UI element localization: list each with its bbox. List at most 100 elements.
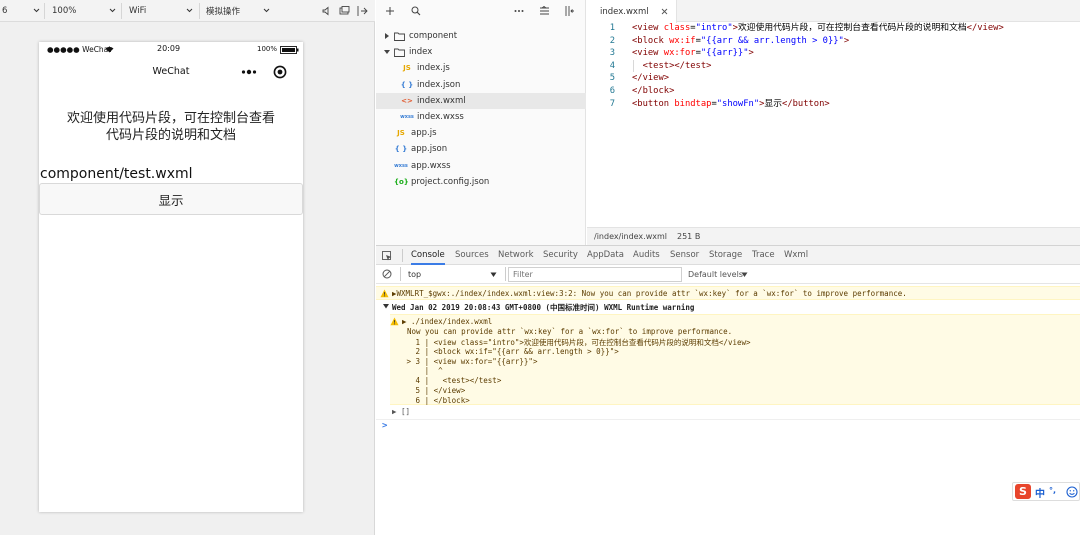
expand-triangle-icon [383, 304, 389, 309]
config-file-icon: {o} [394, 177, 409, 186]
tree-item[interactable]: { } app.json [376, 141, 586, 157]
chevron-down-icon [186, 8, 193, 13]
show-button[interactable]: 显示 [39, 183, 303, 215]
carrier-label: ●●●●● WeChat [47, 45, 112, 54]
warning-message: Now you can provide attr `wx:key` for a … [407, 327, 733, 336]
screen-icon[interactable] [339, 6, 350, 16]
wxss-file-icon: wxss [400, 114, 414, 120]
code-line: <test></test> [632, 60, 712, 73]
simulator-toolbar: 6 100% WiFi 模拟操作 [0, 0, 375, 22]
code-area[interactable]: 1 <view class="intro">欢迎使用代码片段，可在控制台查看代码片… [587, 21, 1080, 121]
volume-icon[interactable] [321, 6, 331, 16]
tree-item[interactable]: {o} project.config.json [376, 174, 586, 190]
split-icon[interactable] [564, 5, 575, 17]
intro-line-1: 欢迎使用代码片段，可在控制台查看 [66, 111, 275, 126]
json-file-icon: { } [394, 145, 408, 154]
js-file-icon: JS [403, 64, 411, 73]
code-line: </view> [632, 72, 669, 85]
zoom-select[interactable]: 100% [52, 0, 120, 22]
chevron-down-icon [109, 8, 116, 13]
clear-console-icon[interactable] [382, 269, 392, 279]
more-icon[interactable] [241, 69, 257, 75]
ime-punct[interactable]: °, [1049, 486, 1056, 495]
devtools-tab-audits[interactable]: Audits [633, 246, 660, 265]
console-warning-row[interactable]: ▶WXMLRT_$gwx:./index/index.wxml:view:3:2… [376, 286, 1080, 300]
devtools-tab-console[interactable]: Console [411, 246, 445, 265]
code-token: 显示 [764, 98, 783, 109]
tab-index-wxml[interactable]: index.wxml [587, 0, 677, 23]
capsule-close-icon[interactable] [273, 65, 287, 79]
expanded-arrow-icon[interactable] [384, 49, 390, 55]
code-token: "{{arr}}" [700, 48, 749, 59]
warning-file[interactable]: ▶ ./index/index.wxml [402, 317, 492, 326]
ime-mode[interactable]: 中 [1035, 485, 1045, 500]
devtools-tab-network[interactable]: Network [498, 246, 534, 265]
detach-icon[interactable] [357, 5, 368, 17]
more-actions-icon[interactable] [514, 9, 524, 13]
warning-text: ▶WXMLRT_$gwx:./index/index.wxml:view:3:2… [392, 289, 907, 298]
devtools-tab-security[interactable]: Security [543, 246, 578, 265]
code-token: <test></test> [642, 60, 712, 71]
zoom-select-value: 100% [52, 6, 77, 16]
tree-item[interactable]: index [376, 44, 586, 60]
emoji-icon[interactable] [1066, 486, 1078, 498]
close-icon[interactable] [661, 8, 668, 15]
tree-item[interactable]: component [376, 28, 586, 44]
folder-open-icon [394, 48, 405, 57]
line-number: 7 [609, 98, 615, 109]
devtools-tab-storage[interactable]: Storage [709, 246, 742, 265]
collapsed-arrow-icon[interactable] [384, 33, 390, 39]
caret-down-icon [741, 272, 748, 277]
warning-group-header[interactable]: Wed Jan 02 2019 20:08:43 GMT+0800 (中国标准时… [376, 301, 1080, 313]
code-token: > [748, 48, 754, 59]
context-select[interactable]: top [406, 268, 500, 282]
caret-down-icon [490, 272, 497, 277]
devtools-tab-wxml[interactable]: Wxml [784, 246, 808, 265]
tree-item[interactable]: wxss app.wxss [376, 158, 586, 174]
code-token: bindtap [674, 98, 712, 109]
tree-item[interactable]: <> index.wxml [376, 92, 586, 109]
tree-item-label: app.json [411, 144, 448, 155]
devtools-tab-sources[interactable]: Sources [455, 246, 489, 265]
add-icon[interactable] [385, 6, 395, 16]
devtools-tab-sensor[interactable]: Sensor [670, 246, 699, 265]
code-line: <view wx:for="{{arr}}"> [632, 47, 754, 60]
ime-toolbar[interactable]: S 中 °, [1012, 482, 1080, 501]
snippet-line: 5 | </view> [402, 386, 466, 395]
code-token: "intro" [695, 23, 733, 33]
warning-icon [390, 317, 399, 326]
tree-item-label: index [409, 47, 433, 58]
collapse-all-icon[interactable] [539, 6, 550, 16]
search-icon[interactable] [411, 6, 421, 16]
device-select[interactable]: 6 [2, 0, 44, 22]
code-token: wx:for [663, 48, 696, 59]
inspect-element-icon[interactable] [382, 251, 392, 261]
code-line: <button bindtap="showFn">显示</button> [632, 98, 830, 111]
tree-item[interactable]: JS app.js [376, 125, 586, 141]
tree-item-label: project.config.json [411, 176, 490, 187]
array-output[interactable]: ▶ [] [392, 407, 410, 416]
line-number: 4 [609, 60, 615, 71]
devtools-tab-trace[interactable]: Trace [752, 246, 775, 265]
tree-item[interactable]: wxss index.wxss [376, 109, 586, 125]
warning-icon [380, 289, 389, 298]
operation-select[interactable]: 模拟操作 [206, 0, 274, 22]
console-prompt[interactable]: > [382, 421, 387, 431]
tree-item[interactable]: JS index.js [376, 60, 586, 76]
network-select[interactable]: WiFi [129, 0, 197, 22]
status-size: 251 B [677, 232, 701, 241]
code-editor: index.wxml 1 <view class="intro">欢迎使用代码片段… [587, 0, 1080, 245]
device-select-value: 6 [2, 6, 8, 16]
tree-item[interactable]: { } index.json [376, 77, 586, 93]
snippet-line: 2 | <block wx:if="{{arr && arr.length > … [402, 346, 619, 356]
warning-group-title: Wed Jan 02 2019 20:08:43 GMT+0800 (中国标准时… [392, 303, 695, 312]
filter-input[interactable] [508, 267, 682, 282]
levels-select[interactable]: Default levels [688, 268, 758, 282]
component-text: component/test.wxml [40, 166, 193, 182]
line-number: 3 [609, 48, 615, 59]
code-line: <view class="intro">欢迎使用代码片段，可在控制台查看代码片段… [632, 22, 1004, 35]
folder-icon [394, 32, 405, 41]
line-number: 5 [609, 73, 615, 84]
devtools-tab-appdata[interactable]: AppData [587, 246, 624, 265]
wifi-icon [105, 46, 114, 53]
